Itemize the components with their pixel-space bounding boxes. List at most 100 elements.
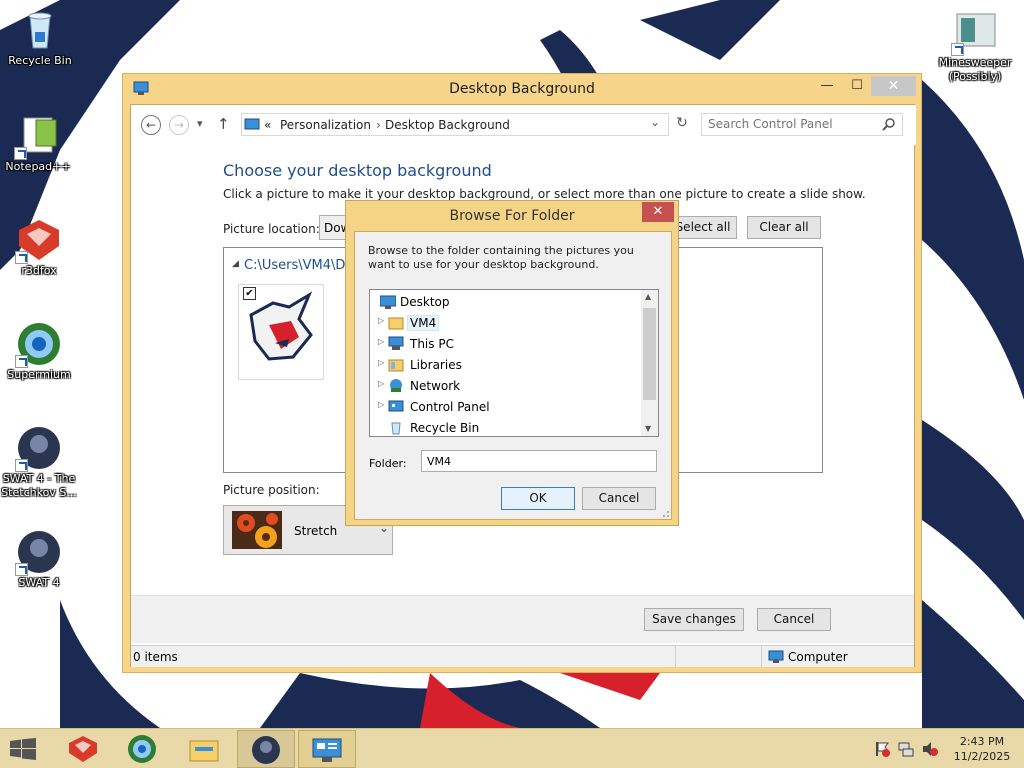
breadcrumb-separator[interactable]: › xyxy=(376,118,381,132)
shortcut-arrow-icon xyxy=(15,355,28,368)
select-all-button[interactable]: Select all xyxy=(669,216,737,239)
desktop-icon-swat4[interactable]: SWAT 4 xyxy=(1,528,77,590)
breadcrumb-desktop-background[interactable]: Desktop Background xyxy=(385,118,510,132)
folder-tree[interactable]: Desktop ▷ VM4 ▷ This PC ▷ Libraries ▷ Ne… xyxy=(369,289,659,437)
scroll-down-icon[interactable]: ▼ xyxy=(645,424,651,433)
status-location: Computer xyxy=(788,650,848,664)
desktop-icon-notepad-plus-plus[interactable]: Notepad++ xyxy=(0,112,76,174)
folder-field[interactable] xyxy=(421,450,657,472)
flower-preview-icon xyxy=(232,511,282,549)
expand-arrow-icon[interactable]: ▷ xyxy=(378,358,384,367)
status-divider xyxy=(761,646,762,667)
dialog-close-button[interactable]: ✕ xyxy=(642,202,674,222)
desktop-icon-r3dfox[interactable]: r3dfox xyxy=(1,216,77,278)
tree-item-libraries[interactable]: ▷ Libraries xyxy=(370,354,638,375)
network-icon xyxy=(390,379,402,392)
cancel-button[interactable]: Cancel xyxy=(757,608,831,631)
refresh-button[interactable]: ↻ xyxy=(671,115,693,135)
page-heading: Choose your desktop background xyxy=(223,161,492,180)
forward-button[interactable]: → xyxy=(169,115,189,135)
desktop-icon-swat4-stetchkov[interactable]: SWAT 4 - The Stetchkov S... xyxy=(1,424,77,500)
maximize-button[interactable]: ☐ xyxy=(844,76,870,96)
tree-scrollbar[interactable]: ▲ ▼ xyxy=(641,290,658,436)
control-panel-icon xyxy=(388,400,404,412)
tree-item-control-panel[interactable]: ▷ Control Panel xyxy=(370,396,638,417)
computer-icon xyxy=(388,336,404,350)
volume-muted-icon[interactable] xyxy=(922,741,938,757)
user-folder-icon xyxy=(388,317,404,330)
back-button[interactable]: ← xyxy=(141,115,161,135)
footer-button-area: Save changes Cancel xyxy=(131,595,914,643)
taskbar-control-panel[interactable] xyxy=(298,730,356,768)
recent-locations-dropdown[interactable]: ▾ xyxy=(197,117,203,130)
search-input[interactable] xyxy=(708,117,868,131)
expand-arrow-icon[interactable]: ▷ xyxy=(378,316,384,325)
up-button[interactable]: ↑ xyxy=(217,115,230,133)
shortcut-arrow-icon xyxy=(951,43,964,56)
dialog-body: Browse to the folder containing the pict… xyxy=(354,231,672,520)
ok-button[interactable]: OK xyxy=(501,487,575,510)
taskbar-swat4[interactable] xyxy=(237,730,295,768)
window-titlebar[interactable]: Desktop Background — ☐ ✕ xyxy=(123,74,921,104)
picture-location-label: Picture location: xyxy=(223,222,320,236)
shortcut-arrow-icon xyxy=(15,251,28,264)
save-changes-button[interactable]: Save changes xyxy=(644,608,744,631)
search-control-panel-box[interactable] xyxy=(701,113,903,136)
tree-item-recycle-bin[interactable]: Recycle Bin xyxy=(370,417,638,436)
picture-thumbnail[interactable]: ✔ xyxy=(238,284,324,380)
minimize-button[interactable]: — xyxy=(814,76,840,96)
desktop-icon xyxy=(380,295,396,309)
clear-all-button[interactable]: Clear all xyxy=(747,216,821,239)
dialog-title: Browse For Folder xyxy=(449,208,575,224)
recycle-bin-icon xyxy=(16,6,64,54)
expand-arrow-icon[interactable]: ▷ xyxy=(378,337,384,346)
libraries-icon xyxy=(388,359,404,372)
supermium-icon xyxy=(128,735,156,763)
address-bar[interactable]: « Personalization › Desktop Background ⌄ xyxy=(241,113,669,136)
scroll-up-icon[interactable]: ▲ xyxy=(645,292,651,301)
tree-item-desktop[interactable]: Desktop xyxy=(370,291,638,312)
taskbar-r3dfox[interactable] xyxy=(54,730,112,768)
close-window-button[interactable]: ✕ xyxy=(871,76,916,96)
swat4-stetchkov-icon xyxy=(15,424,63,472)
shortcut-arrow-icon xyxy=(15,563,28,576)
dialog-description: Browse to the folder containing the pict… xyxy=(368,244,634,271)
desktop-icon-minesweeper[interactable]: Minesweeper (Possibly) xyxy=(937,8,1013,84)
tree-item-this-pc[interactable]: ▷ This PC xyxy=(370,333,638,354)
address-dropdown-icon[interactable]: ⌄ xyxy=(650,115,660,129)
clock[interactable]: 2:43 PM 11/2/2025 xyxy=(950,734,1014,764)
page-instruction: Click a picture to make it your desktop … xyxy=(223,187,866,201)
swat4-icon xyxy=(252,736,280,764)
resize-grip-icon[interactable] xyxy=(660,508,670,518)
folder-group-header[interactable]: C:\Users\VM4\D xyxy=(244,258,345,273)
windows-start-icon[interactable] xyxy=(10,738,36,763)
notepad-plus-plus-icon xyxy=(14,112,62,160)
r3dfox-icon xyxy=(69,736,97,762)
taskbar: 2:43 PM 11/2/2025 xyxy=(0,728,1024,768)
recycle-bin-icon xyxy=(391,422,401,435)
collapse-group-icon[interactable]: ◢ xyxy=(232,259,239,269)
picture-checkbox[interactable]: ✔ xyxy=(243,287,256,300)
search-icon[interactable] xyxy=(882,118,896,132)
dialog-cancel-button[interactable]: Cancel xyxy=(582,487,656,510)
desktop-icon-supermium[interactable]: Supermium xyxy=(1,320,77,382)
window-title: Desktop Background xyxy=(449,81,595,97)
tree-item-network[interactable]: ▷ Network xyxy=(370,375,638,396)
tree-item-vm4[interactable]: ▷ VM4 xyxy=(370,312,638,333)
picture-position-label: Picture position: xyxy=(223,483,320,497)
desktop-icon-recycle-bin[interactable]: Recycle Bin xyxy=(2,6,78,68)
action-center-flag-icon[interactable] xyxy=(874,741,890,757)
breadcrumb-personalization[interactable]: Personalization xyxy=(280,118,371,132)
expand-arrow-icon[interactable]: ▷ xyxy=(378,379,384,388)
folder-label: Folder: xyxy=(369,457,407,470)
computer-icon xyxy=(768,650,784,663)
taskbar-supermium[interactable] xyxy=(114,730,172,768)
scroll-thumb[interactable] xyxy=(643,308,656,400)
network-icon[interactable] xyxy=(898,741,914,757)
taskbar-file-explorer[interactable] xyxy=(176,730,234,768)
r3dfox-icon xyxy=(15,216,63,264)
minesweeper-icon xyxy=(951,8,999,56)
expand-arrow-icon[interactable]: ▷ xyxy=(378,400,384,409)
status-bar: 0 items Computer xyxy=(131,645,914,667)
breadcrumb-overflow[interactable]: « xyxy=(264,118,271,132)
